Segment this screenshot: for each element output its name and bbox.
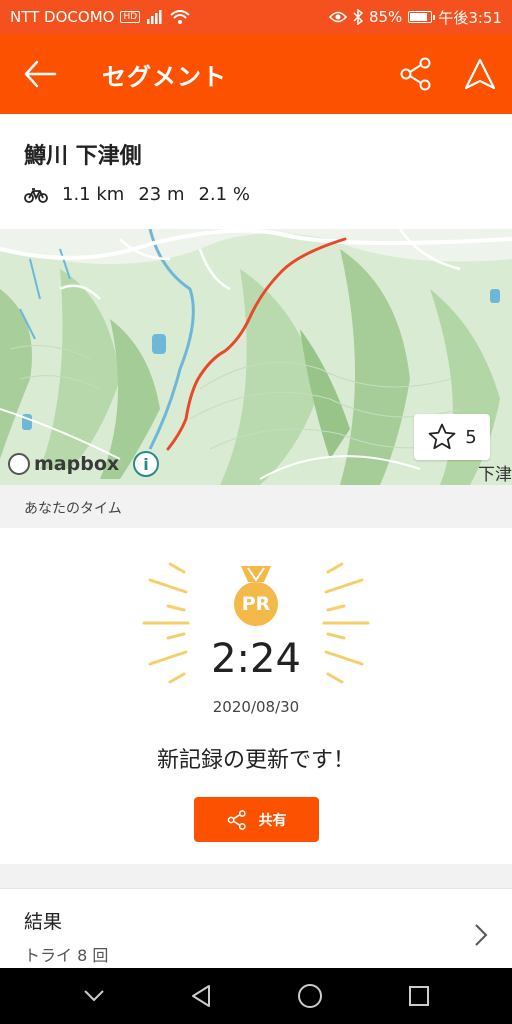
pr-badge-label: PR	[241, 593, 271, 615]
share-button-label: 共有	[258, 812, 287, 829]
nav-recents-icon[interactable]	[408, 985, 430, 1007]
nav-back-icon[interactable]	[190, 984, 212, 1008]
map-info-button[interactable]: i	[133, 451, 159, 477]
mapbox-logo[interactable]: mapbox	[8, 453, 119, 475]
share-action-button[interactable]	[384, 34, 448, 114]
bluetooth-icon	[353, 9, 363, 25]
results-row[interactable]: 結果 トライ 8 回	[0, 888, 512, 968]
map-place-label: 下津	[478, 465, 512, 485]
pr-medal-icon: PR	[231, 564, 281, 632]
pr-date: 2020/08/30	[212, 698, 300, 716]
segment-header: 鱒川 下津側 1.1 km 23 m 2.1 %	[0, 114, 512, 229]
system-nav-bar	[0, 968, 512, 1024]
app-bar: セグメント	[0, 34, 512, 114]
segment-map[interactable]: mapbox i 5 下津	[0, 229, 512, 485]
signal-icon	[147, 10, 162, 24]
page-title: セグメント	[102, 62, 227, 91]
results-attempts: トライ 8 回	[24, 946, 109, 965]
navigate-button[interactable]	[448, 34, 512, 114]
segment-elevation: 23 m	[138, 184, 185, 205]
star-count: 5	[465, 426, 477, 448]
share-button[interactable]: 共有	[194, 797, 319, 842]
status-bar: NTT DOCOMO HD 85% 午後3:51	[0, 0, 512, 34]
segment-grade: 2.1 %	[198, 184, 250, 205]
wifi-icon	[170, 10, 190, 24]
back-button[interactable]	[0, 34, 80, 114]
segment-distance: 1.1 km	[62, 184, 125, 205]
clock: 午後3:51	[438, 8, 502, 27]
personal-record-card: PR 2:24 2020/08/30 新記録の更新です！ 共有	[0, 528, 512, 864]
nav-down-icon[interactable]	[83, 989, 105, 1003]
pr-time: 2:24	[211, 636, 301, 682]
share-icon	[227, 809, 246, 830]
hd-badge: HD	[120, 11, 141, 23]
your-time-section-label: あなたのタイム	[0, 485, 512, 528]
segment-name: 鱒川 下津側	[24, 144, 142, 169]
battery-percent: 85%	[368, 8, 403, 26]
share-icon	[400, 57, 431, 91]
section-divider	[0, 864, 512, 888]
mapbox-wordmark: mapbox	[34, 453, 120, 475]
navigation-arrow-icon	[464, 58, 496, 90]
arrow-left-icon	[24, 60, 57, 88]
segment-stats: 1.1 km 23 m 2.1 %	[24, 184, 488, 205]
results-title: 結果	[24, 911, 63, 933]
mapbox-logo-icon	[8, 453, 30, 475]
nav-home-icon[interactable]	[297, 983, 323, 1009]
star-button[interactable]: 5	[414, 414, 490, 460]
battery-icon	[408, 11, 436, 23]
pr-message: 新記録の更新です！	[156, 748, 355, 773]
carrier-label: NTT DOCOMO	[10, 8, 115, 26]
chevron-right-icon	[475, 924, 488, 946]
bicycle-icon	[24, 187, 48, 203]
star-icon	[428, 423, 456, 450]
eye-icon	[328, 11, 347, 23]
